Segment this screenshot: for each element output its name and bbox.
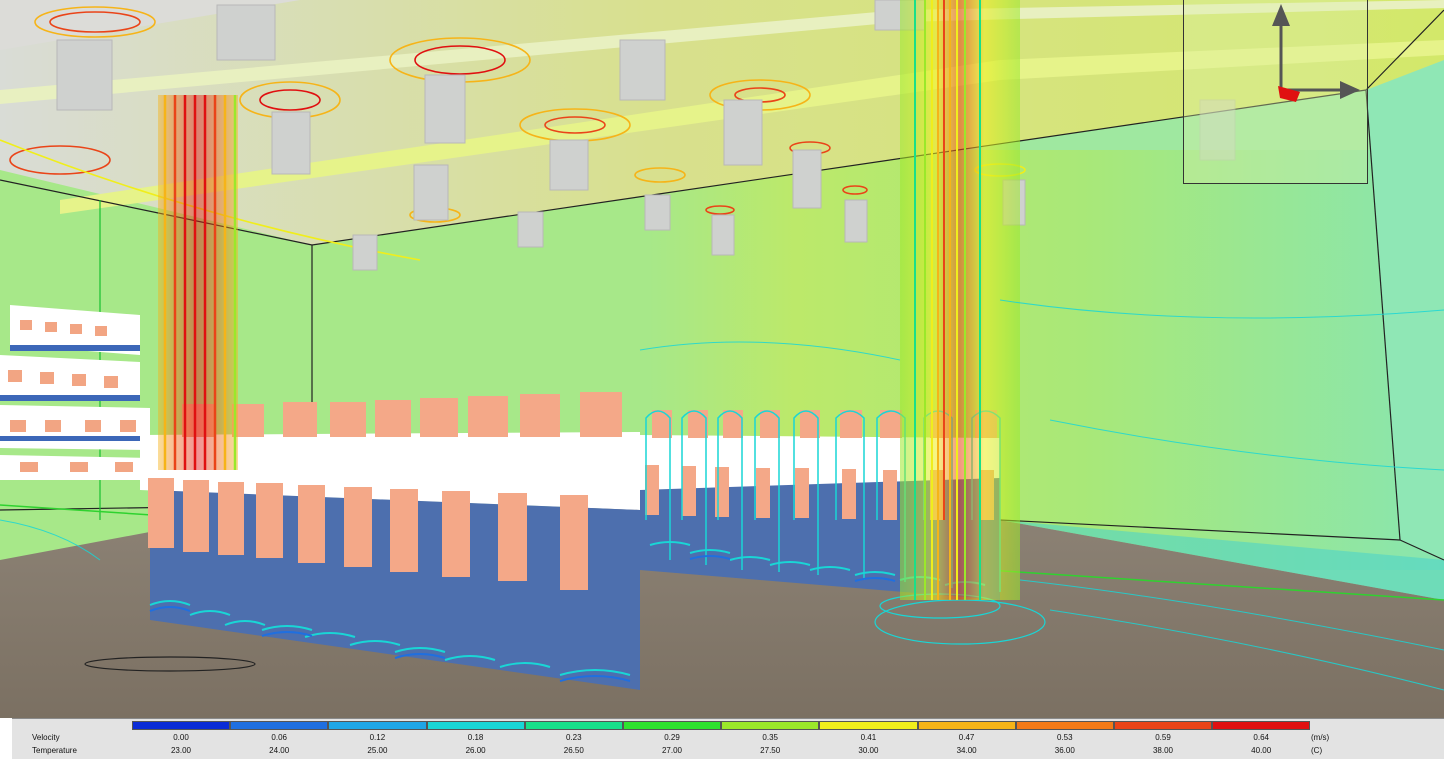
velocity-tick-label: 0.12 [369,733,386,742]
legend-swatch [230,721,329,730]
temperature-tick-label: 34.00 [956,746,977,755]
temperature-tick-label: 36.00 [1054,746,1075,755]
velocity-tick-label: 0.35 [762,733,778,742]
temperature-tick-label: 26.00 [465,746,486,755]
legend-swatch [721,721,820,730]
temperature-tick-label: 23.00 [170,746,192,755]
temperature-tick-label: 38.00 [1152,746,1174,755]
legend-swatch [1212,721,1311,730]
temperature-tick-label: 27.00 [661,746,683,755]
velocity-tick-label: 0.06 [271,733,287,742]
legend-swatch [623,721,722,730]
velocity-label: Velocity [32,733,60,742]
temperature-label: Temperature [32,746,77,755]
velocity-tick-label: 0.64 [1253,733,1269,742]
velocity-tick-label: 0.47 [958,733,975,742]
velocity-tick-label: 0.59 [1155,733,1171,742]
temperature-tick-label: 24.00 [269,746,290,755]
legend-swatch [328,721,427,730]
temperature-tick-label: 25.00 [367,746,388,755]
temperature-tick-label: 27.50 [760,746,781,755]
color-legend: Velocity Temperature 0.00 0.06 0.12 0.18 0.2… [12,718,1444,759]
legend-swatch [524,721,623,730]
legend-swatch [1015,721,1114,730]
velocity-tick-label: 0.23 [566,733,582,742]
velocity-tick-label: 0.00 [173,733,189,742]
velocity-unit: (m/s) [1311,733,1330,742]
axis-triad-icon [1272,4,1360,102]
temperature-tick-label: 40.00 [1251,746,1272,755]
legend-swatch [1114,721,1213,730]
legend-swatch [819,721,918,730]
velocity-tick-label: 0.29 [664,733,680,742]
velocity-tick-label: 0.41 [860,733,877,742]
axis-triad[interactable] [1183,0,1368,184]
left-supply-jet [158,95,238,470]
temperature-unit: (C) [1311,746,1323,755]
legend-swatch [426,721,525,730]
legend-swatch [132,721,231,730]
legend-swatch [917,721,1016,730]
cfd-3d-viewport[interactable] [0,0,1444,718]
velocity-tick-label: 0.53 [1057,733,1073,742]
velocity-tick-label: 0.18 [467,733,484,742]
temperature-tick-label: 30.00 [858,746,879,755]
temperature-tick-label: 26.50 [563,746,584,755]
